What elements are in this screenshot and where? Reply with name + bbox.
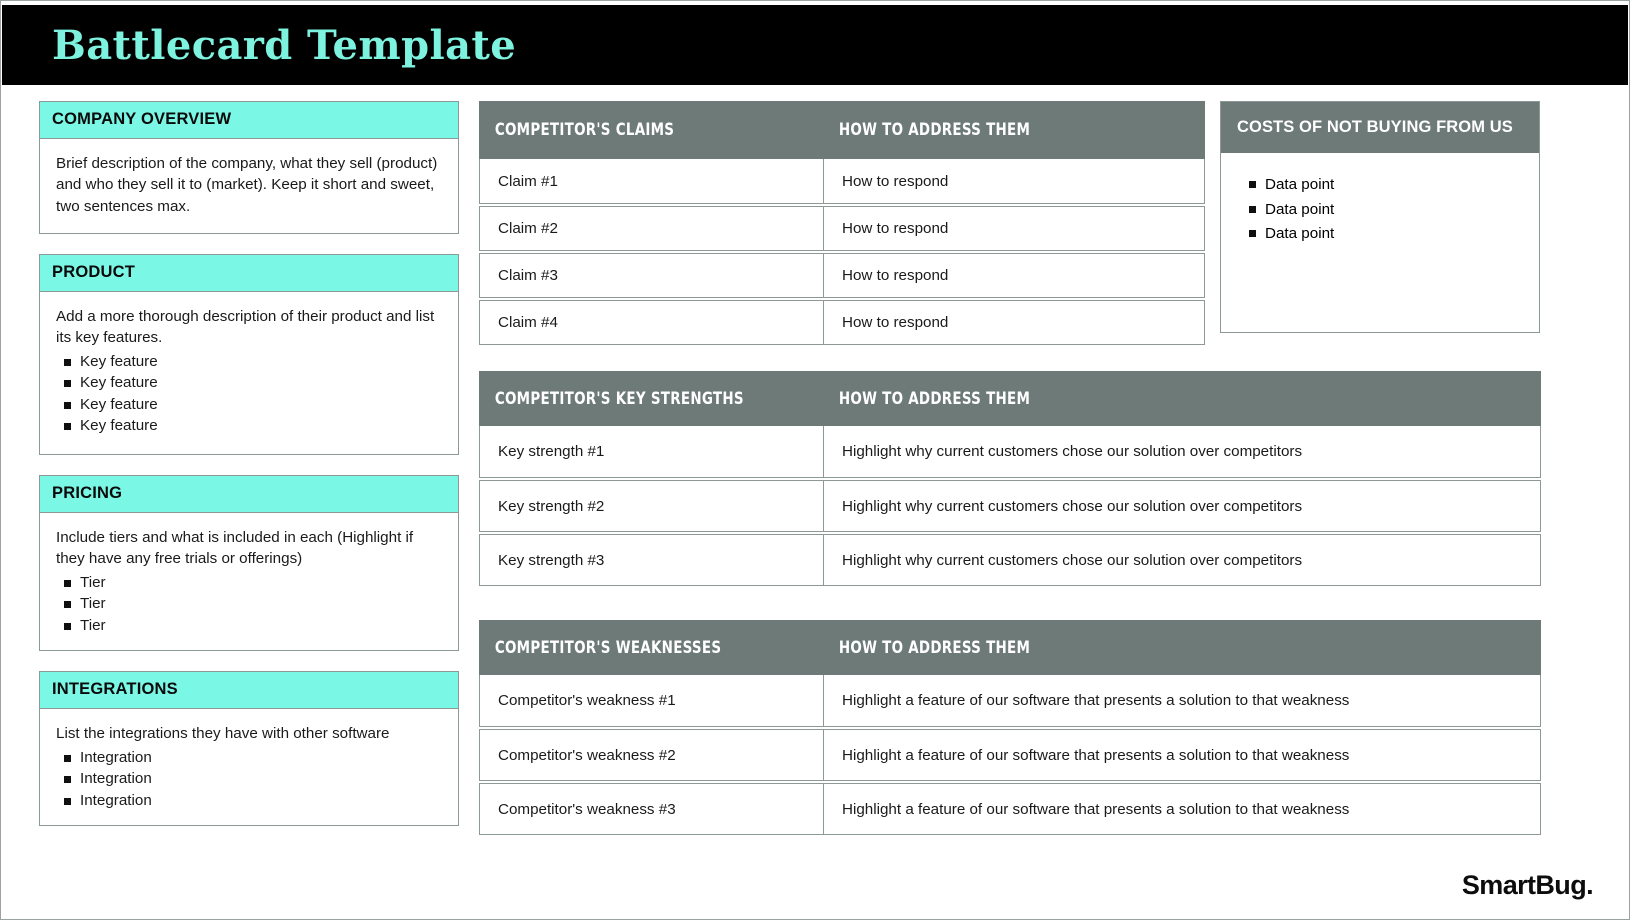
- table-row: Competitor's weakness #3 Highlight a fea…: [479, 783, 1541, 835]
- list-item: Tier: [56, 572, 444, 594]
- cell-response: How to respond: [842, 314, 949, 331]
- cell-claim: Claim #3: [480, 254, 824, 297]
- list-item: Tier: [56, 593, 444, 615]
- cell-response: Highlight why current customers chose ou…: [842, 551, 1303, 569]
- cell-response: Highlight why current customers chose ou…: [842, 497, 1303, 515]
- list-item: Data point: [1241, 198, 1525, 223]
- panel-product: PRODUCT Add a more thorough description …: [39, 254, 459, 455]
- left-column: COMPANY OVERVIEW Brief description of th…: [39, 101, 459, 846]
- panel-text-product: Add a more thorough description of their…: [56, 308, 435, 347]
- costs-panel-heading: COSTS OF NOT BUYING FROM US: [1221, 102, 1539, 153]
- competitor-key-strengths-table: COMPETITOR'S KEY STRENGTHS HOW TO ADDRES…: [479, 371, 1541, 586]
- integration-list: Integration Integration Integration: [56, 747, 444, 812]
- title-bar: Battlecard Template: [2, 5, 1628, 85]
- cell-strength: Key strength #3: [480, 535, 824, 585]
- panel-heading-pricing: PRICING: [40, 476, 458, 513]
- list-item: Data point: [1241, 173, 1525, 198]
- page-title: Battlecard Template: [52, 21, 517, 69]
- panel-pricing: PRICING Include tiers and what is includ…: [39, 475, 459, 652]
- table-row: Claim #2 How to respond: [479, 206, 1205, 251]
- costs-data-point-list: Data point Data point Data point: [1241, 173, 1525, 247]
- list-item: Data point: [1241, 222, 1525, 247]
- cell-strength: Key strength #1: [480, 426, 824, 477]
- costs-panel-body: Data point Data point Data point: [1221, 153, 1539, 261]
- panel-company-overview: COMPANY OVERVIEW Brief description of th…: [39, 101, 459, 234]
- list-item: Tier: [56, 615, 444, 637]
- panel-body-integrations: List the integrations they have with oth…: [40, 709, 458, 825]
- cell-claim: Claim #4: [480, 301, 824, 344]
- column-header-weaknesses: COMPETITOR'S WEAKNESSES: [494, 637, 722, 658]
- table-header-row: COMPETITOR'S CLAIMS HOW TO ADDRESS THEM: [479, 101, 1205, 159]
- competitor-weaknesses-table: COMPETITOR'S WEAKNESSES HOW TO ADDRESS T…: [479, 620, 1541, 835]
- panel-text-company-overview: Brief description of the company, what t…: [56, 155, 438, 215]
- table-row: Claim #3 How to respond: [479, 253, 1205, 298]
- list-item: Integration: [56, 768, 444, 790]
- panel-body-company-overview: Brief description of the company, what t…: [40, 139, 458, 233]
- cell-weakness: Competitor's weakness #1: [480, 675, 824, 726]
- list-item: Key feature: [56, 415, 444, 437]
- cell-response: Highlight a feature of our software that…: [842, 692, 1350, 709]
- table-row: Key strength #3 Highlight why current cu…: [479, 534, 1541, 586]
- table-row: Claim #1 How to respond: [479, 159, 1205, 204]
- column-header-strengths: COMPETITOR'S KEY STRENGTHS: [494, 388, 744, 409]
- competitor-claims-table: COMPETITOR'S CLAIMS HOW TO ADDRESS THEM …: [479, 101, 1205, 345]
- list-item: Integration: [56, 747, 444, 769]
- pricing-tier-list: Tier Tier Tier: [56, 572, 444, 637]
- panel-heading-company-overview: COMPANY OVERVIEW: [40, 102, 458, 139]
- cell-strength: Key strength #2: [480, 481, 824, 531]
- battlecard-page: Battlecard Template COMPANY OVERVIEW Bri…: [0, 0, 1630, 920]
- cell-weakness: Competitor's weakness #3: [480, 784, 824, 834]
- table-row: Competitor's weakness #1 Highlight a fea…: [479, 675, 1541, 727]
- smartbug-logo: SmartBug.: [1461, 870, 1594, 900]
- costs-of-not-buying-panel: COSTS OF NOT BUYING FROM US Data point D…: [1220, 101, 1540, 333]
- panel-text-integrations: List the integrations they have with oth…: [56, 725, 390, 743]
- list-item: Integration: [56, 790, 444, 812]
- column-header-address: HOW TO ADDRESS THEM: [838, 388, 1031, 409]
- list-item: Key feature: [56, 351, 444, 373]
- cell-response: How to respond: [842, 172, 949, 190]
- column-header-address: HOW TO ADDRESS THEM: [838, 120, 1031, 140]
- cell-claim: Claim #2: [480, 207, 824, 250]
- list-item: Key feature: [56, 394, 444, 416]
- table-row: Claim #4 How to respond: [479, 300, 1205, 345]
- panel-body-product: Add a more thorough description of their…: [40, 292, 458, 454]
- panel-text-pricing: Include tiers and what is included in ea…: [56, 529, 414, 568]
- cell-response: Highlight why current customers chose ou…: [842, 443, 1303, 460]
- cell-response: How to respond: [842, 267, 949, 284]
- product-feature-list: Key feature Key feature Key feature Key …: [56, 351, 444, 437]
- cell-claim: Claim #1: [480, 159, 824, 203]
- panel-body-pricing: Include tiers and what is included in ea…: [40, 513, 458, 650]
- panel-integrations: INTEGRATIONS List the integrations they …: [39, 671, 459, 827]
- table-row: Key strength #1 Highlight why current cu…: [479, 426, 1541, 478]
- panel-heading-product: PRODUCT: [40, 255, 458, 292]
- table-header-row: COMPETITOR'S WEAKNESSES HOW TO ADDRESS T…: [479, 620, 1541, 675]
- table-row: Key strength #2 Highlight why current cu…: [479, 480, 1541, 532]
- column-header-address: HOW TO ADDRESS THEM: [838, 637, 1031, 658]
- column-header-claims: COMPETITOR'S CLAIMS: [494, 120, 675, 140]
- panel-heading-integrations: INTEGRATIONS: [40, 672, 458, 710]
- cell-response: How to respond: [842, 220, 949, 237]
- cell-weakness: Competitor's weakness #2: [480, 730, 824, 780]
- table-header-row: COMPETITOR'S KEY STRENGTHS HOW TO ADDRES…: [479, 371, 1541, 426]
- cell-response: Highlight a feature of our software that…: [842, 800, 1350, 818]
- list-item: Key feature: [56, 372, 444, 394]
- table-row: Competitor's weakness #2 Highlight a fea…: [479, 729, 1541, 781]
- cell-response: Highlight a feature of our software that…: [842, 746, 1350, 764]
